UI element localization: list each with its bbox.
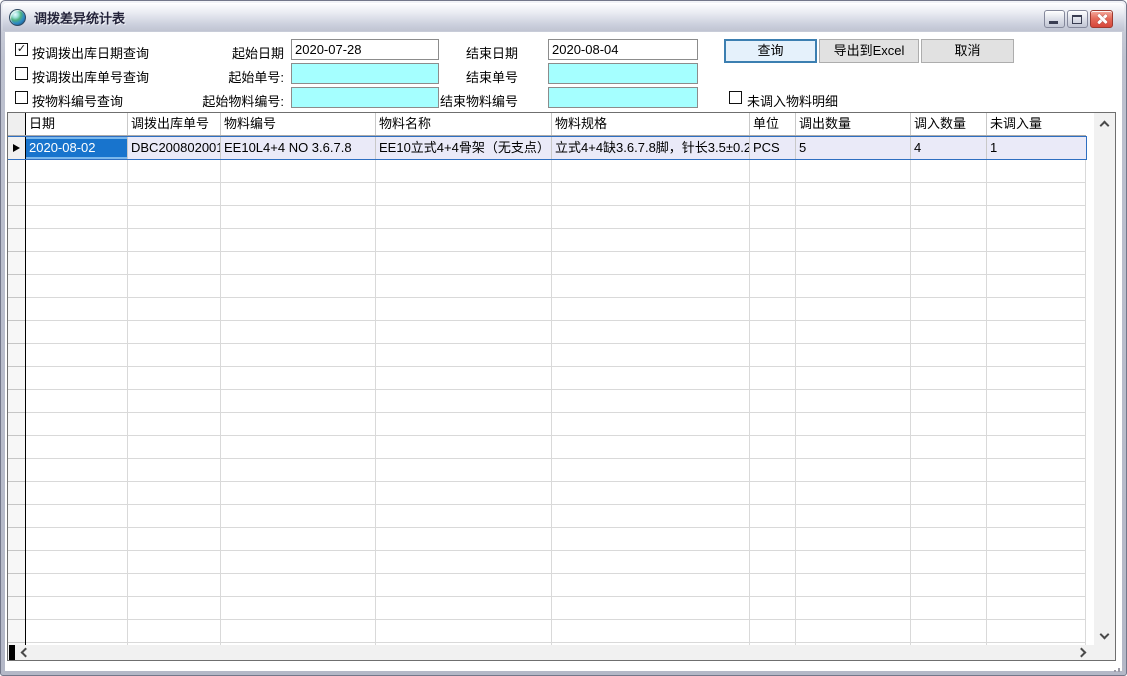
grid-corner-cell [8, 113, 26, 135]
cell-material-name[interactable]: EE10立式4+4骨架（无支点） [375, 137, 551, 159]
cell-order-no[interactable]: DBC200802001 [127, 137, 220, 159]
cell-material-spec[interactable]: 立式4+4缺3.6.7.8脚，针长3.5±0.2M [551, 137, 749, 159]
chevron-left-icon[interactable] [21, 648, 31, 658]
column-header-qty-in[interactable]: 调入数量 [910, 113, 986, 135]
window-title: 调拨差异统计表 [34, 8, 125, 27]
row-header-cell [8, 137, 26, 159]
checkbox-query-by-material-label: 按物料编号查询 [32, 91, 123, 110]
column-header-qty-missing[interactable]: 未调入量 [986, 113, 1086, 135]
end-date-label: 结束日期 [381, 43, 518, 62]
grid-column-line [795, 160, 796, 645]
close-button[interactable] [1090, 10, 1113, 28]
checkbox-not-transferred-detail-label: 未调入物料明细 [747, 91, 838, 110]
export-excel-button[interactable]: 导出到Excel [819, 39, 919, 63]
scrollbar-corner [1094, 645, 1115, 660]
chevron-down-icon[interactable] [1100, 630, 1110, 640]
column-header-date[interactable]: 日期 [26, 113, 127, 135]
grid-column-line [910, 160, 911, 645]
maximize-icon [1072, 15, 1082, 24]
grid-column-line [220, 160, 221, 645]
grid-column-line [375, 160, 376, 645]
grid-column-line [1085, 160, 1086, 645]
cell-material-no[interactable]: EE10L4+4 NO 3.6.7.8 [220, 137, 375, 159]
chevron-up-icon[interactable] [1100, 121, 1110, 131]
checkbox-query-by-date[interactable] [15, 43, 28, 56]
query-button[interactable]: 查询 [724, 39, 817, 63]
end-material-input[interactable] [548, 87, 698, 108]
start-date-label: 起始日期 [151, 43, 284, 62]
horizontal-scrollbar-thumb[interactable] [9, 645, 15, 660]
titlebar[interactable]: 调拨差异统计表 [3, 3, 1124, 31]
start-order-label: 起始单号: [151, 67, 284, 86]
column-header-material-spec[interactable]: 物料规格 [551, 113, 749, 135]
maximize-button[interactable] [1067, 10, 1088, 28]
checkbox-query-by-date-label: 按调拨出库日期查询 [32, 43, 149, 62]
column-header-qty-out[interactable]: 调出数量 [795, 113, 910, 135]
cell-qty-out[interactable]: 5 [795, 137, 910, 159]
grid-column-line [127, 160, 128, 645]
column-header-unit[interactable]: 单位 [749, 113, 795, 135]
end-material-label: 结束物料编号 [381, 91, 518, 110]
table-row-selected[interactable]: 2020-08-02 DBC200802001 EE10L4+4 NO 3.6.… [8, 136, 1087, 160]
cell-unit[interactable]: PCS [749, 137, 795, 159]
close-icon [1096, 13, 1108, 25]
column-header-material-no[interactable]: 物料编号 [220, 113, 375, 135]
minimize-button[interactable] [1044, 10, 1065, 28]
grid-header-row: 日期 调拨出库单号 物料编号 物料名称 物料规格 单位 调出数量 调入数量 未调… [8, 113, 1086, 136]
checkbox-query-by-order[interactable] [15, 67, 28, 80]
end-order-input[interactable] [548, 63, 698, 84]
vertical-scrollbar[interactable] [1094, 113, 1115, 645]
column-header-material-name[interactable]: 物料名称 [375, 113, 551, 135]
column-header-order-no[interactable]: 调拨出库单号 [127, 113, 220, 135]
checkbox-query-by-order-label: 按调拨出库单号查询 [32, 67, 149, 86]
cell-date-selected[interactable]: 2020-08-02 [26, 137, 127, 159]
window-controls [1044, 10, 1113, 28]
horizontal-scrollbar[interactable] [8, 645, 1094, 660]
grid-column-line [986, 160, 987, 645]
end-date-input[interactable] [548, 39, 698, 60]
globe-icon [9, 9, 26, 26]
checkbox-query-by-material[interactable] [15, 91, 28, 104]
data-grid: 日期 调拨出库单号 物料编号 物料名称 物料规格 单位 调出数量 调入数量 未调… [7, 112, 1116, 661]
cell-qty-missing[interactable]: 1 [986, 137, 1086, 159]
start-material-label: 起始物料编号: [151, 91, 284, 110]
chevron-right-icon[interactable] [1077, 648, 1087, 658]
app-window: 调拨差异统计表 按调拨出库日期查询 按调拨出库单号查询 按物料编号查询 起始日期… [0, 0, 1127, 676]
checkbox-not-transferred-detail[interactable] [729, 91, 742, 104]
minimize-icon [1049, 21, 1058, 24]
grid-column-line [749, 160, 750, 645]
cancel-button[interactable]: 取消 [921, 39, 1014, 63]
row-indicator-icon [13, 144, 20, 152]
resize-grip[interactable] [1118, 668, 1120, 670]
grid-empty-rows [8, 160, 1086, 645]
cell-qty-in[interactable]: 4 [910, 137, 986, 159]
grid-column-line [551, 160, 552, 645]
grid-row-header-strip [8, 160, 26, 645]
end-order-label: 结束单号 [381, 67, 518, 86]
